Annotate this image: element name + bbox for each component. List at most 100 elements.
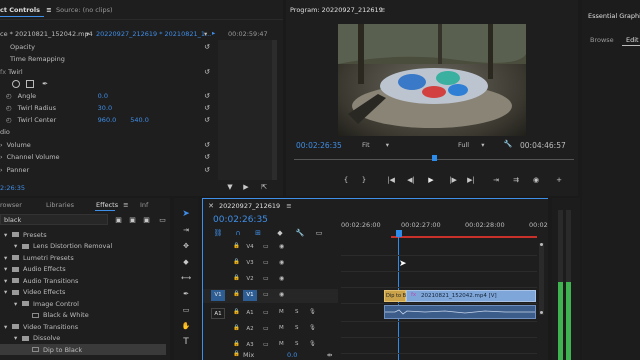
twirl-center-y-value[interactable]: 540.0 — [130, 116, 149, 124]
channel-volume-row[interactable]: › Channel Volume — [0, 151, 60, 163]
close-icon[interactable]: ✕ — [207, 202, 215, 210]
chevron-down-icon[interactable]: ▾ — [4, 254, 12, 262]
audio-track-header[interactable]: A1 🔒 A1 ▭ M S 🎙 — [203, 307, 338, 321]
solo-button[interactable]: S — [295, 325, 299, 331]
essential-graphics-title[interactable]: Essential Graphics — [588, 12, 640, 20]
mini-scrollbar[interactable] — [272, 40, 277, 180]
slip-tool-icon[interactable]: ⟷ — [180, 272, 192, 284]
sync-lock-icon[interactable]: ▭ — [263, 275, 269, 282]
ellipse-mask-icon[interactable] — [12, 80, 20, 88]
edit-tab[interactable]: Edit — [626, 36, 639, 44]
sequence-tab[interactable]: 20220927_212619 ≡ — [219, 202, 292, 210]
tab-info[interactable]: Inf — [140, 201, 148, 209]
transition-clip[interactable]: Dip to B — [384, 290, 406, 302]
tree-item[interactable]: ▾ Audio Effects — [0, 264, 166, 275]
volume-row[interactable]: › Volume — [0, 139, 31, 151]
play-icon[interactable]: ▶ — [426, 176, 436, 184]
chevron-down-icon[interactable]: ▾ — [4, 231, 12, 239]
microphone-icon[interactable]: 🎙 — [309, 341, 316, 347]
go-to-out-icon[interactable]: ▶| — [466, 176, 476, 184]
track-select-tool-icon[interactable]: ⇥ — [180, 224, 192, 236]
stopwatch-icon[interactable]: ◴ — [6, 92, 12, 100]
chevron-down-icon[interactable]: ▾ — [86, 30, 89, 38]
overwrite-icon[interactable]: ⇉ — [510, 176, 522, 184]
scroll-handle[interactable] — [540, 311, 543, 314]
reset-icon[interactable]: ↺ — [203, 43, 211, 51]
lock-icon[interactable]: 🔒 — [233, 351, 240, 357]
timeline-timecode[interactable]: 00:02:26:35 — [213, 215, 268, 225]
track-label[interactable]: V3 — [243, 258, 257, 269]
track-label[interactable]: V1 — [243, 290, 257, 301]
stopwatch-icon[interactable]: ◴ — [6, 104, 12, 112]
mark-out-icon[interactable]: } — [360, 176, 368, 184]
angle-row[interactable]: ◴ Angle 0.0 — [0, 90, 108, 102]
video-track-header[interactable]: 🔒 V4 ▭ ◉ — [203, 241, 338, 255]
chevron-down-icon[interactable]: ▾ — [4, 288, 12, 296]
video-track-header[interactable]: 🔒 V2 ▭ ◉ — [203, 273, 338, 287]
mix-keyframe-icon[interactable]: ⇹ — [327, 351, 332, 359]
lock-icon[interactable]: 🔒 — [233, 275, 240, 281]
tree-item[interactable]: ▾ Video Transitions — [0, 321, 166, 332]
tab-effects[interactable]: Effects ≡ — [96, 201, 129, 209]
video-clip[interactable]: fx 20210821_152042.mp4 [V] — [406, 290, 536, 302]
reset-icon[interactable]: ↺ — [203, 92, 211, 100]
video-track-header[interactable]: 🔒 V3 ▭ ◉ — [203, 257, 338, 271]
tree-item[interactable]: ▾ Image Control — [0, 298, 166, 309]
timeline-vertical-scrollbar[interactable] — [539, 243, 544, 315]
stopwatch-icon[interactable]: ◴ — [6, 116, 12, 124]
play-only-audio-icon[interactable]: ▸ — [212, 29, 215, 37]
rectangle-mask-icon[interactable] — [26, 80, 34, 88]
sequence-clip-label[interactable]: 20220927_212619 * 20210821_1... — [96, 30, 211, 38]
timeline-settings-icon[interactable]: 🔧 — [295, 229, 305, 237]
insert-icon[interactable]: ⇥ — [490, 176, 502, 184]
microphone-icon[interactable]: 🎙 — [309, 325, 316, 331]
add-marker-icon[interactable]: ◆ — [275, 229, 285, 237]
sync-lock-icon[interactable]: ▭ — [263, 291, 269, 298]
eye-icon[interactable]: ◉ — [279, 275, 284, 282]
export-frame-icon[interactable]: ◉ — [530, 176, 542, 184]
linked-selection-icon[interactable]: ⊞ — [253, 229, 263, 237]
twirl-radius-value[interactable]: 30.0 — [98, 104, 112, 112]
sync-lock-icon[interactable]: ▭ — [263, 309, 269, 316]
step-forward-icon[interactable]: |▶ — [448, 176, 458, 184]
pen-mask-icon[interactable]: ✒ — [40, 79, 50, 89]
browse-tab[interactable]: Browse — [590, 36, 614, 44]
filter-icon[interactable]: ▼ — [226, 183, 234, 191]
twirl-row[interactable]: fx Twirl — [0, 66, 23, 78]
captions-icon[interactable]: ▭ — [313, 229, 325, 237]
sync-lock-icon[interactable]: ▭ — [263, 325, 269, 332]
eye-icon[interactable]: ◉ — [279, 243, 284, 250]
source-patch[interactable]: A1 — [211, 308, 225, 319]
tree-item[interactable]: ▾ Presets — [0, 229, 166, 240]
rectangle-tool-icon[interactable]: ▭ — [180, 304, 192, 316]
microphone-icon[interactable]: 🎙 — [309, 309, 316, 315]
nest-icon[interactable]: ⛓ — [213, 229, 223, 237]
solo-button[interactable]: S — [295, 309, 299, 315]
razor-tool-icon[interactable]: ◆ — [180, 256, 192, 268]
sync-lock-icon[interactable]: ▭ — [263, 341, 269, 348]
reset-icon[interactable]: ↺ — [203, 141, 211, 149]
angle-value[interactable]: 0.0 — [98, 92, 108, 100]
audio-track-header[interactable]: 🔒 A2 ▭ M S 🎙 — [203, 323, 338, 337]
reset-icon[interactable]: ↺ — [203, 116, 211, 124]
chevron-down-icon[interactable]: ▾ — [4, 277, 12, 285]
accelerated-effects-icon[interactable]: ▣ — [114, 215, 123, 224]
chevron-down-icon[interactable]: ▾ — [4, 323, 12, 331]
panner-row[interactable]: › Panner — [0, 164, 29, 176]
chevron-down-icon[interactable]: ▾ — [14, 242, 22, 250]
menu-icon[interactable]: ≡ — [286, 202, 291, 210]
reset-icon[interactable]: ↺ — [203, 104, 211, 112]
twirl-center-x-value[interactable]: 960.0 — [98, 116, 117, 124]
time-ruler[interactable]: 00:02:26:00 00:02:27:00 00:02:28:00 00:0… — [341, 221, 548, 241]
effects-search-input[interactable]: black — [0, 214, 108, 225]
quality-dropdown[interactable]: Full ▾ — [458, 141, 484, 149]
mute-button[interactable]: M — [279, 341, 284, 347]
add-button-icon[interactable]: + — [554, 176, 564, 184]
chevron-right-icon[interactable]: › — [0, 166, 3, 174]
snap-icon[interactable]: ∩ — [233, 229, 243, 237]
chevron-right-icon[interactable]: › — [0, 141, 3, 149]
eye-icon[interactable]: ◉ — [279, 259, 284, 266]
tree-item-selected[interactable]: Dip to Black — [0, 344, 166, 355]
lock-icon[interactable]: 🔒 — [233, 341, 240, 347]
chevron-right-icon[interactable]: › — [0, 153, 3, 161]
